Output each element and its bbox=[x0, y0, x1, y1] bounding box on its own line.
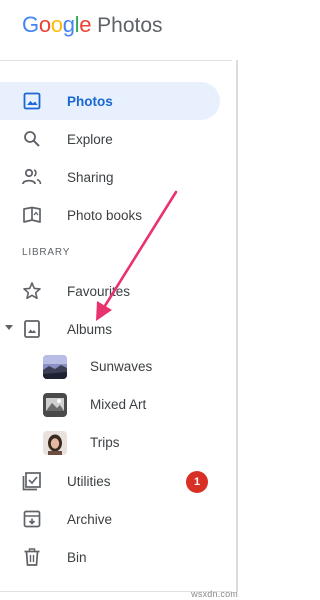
google-photos-logo[interactable]: Google Photos bbox=[22, 12, 163, 44]
library-section-label: LIBRARY bbox=[22, 247, 71, 258]
nav-item-photos[interactable]: Photos bbox=[0, 82, 220, 120]
nav-item-sharing[interactable]: Sharing bbox=[0, 158, 232, 196]
album-item-label: Trips bbox=[90, 435, 120, 450]
album-item-label: Mixed Art bbox=[90, 397, 147, 412]
notification-badge: 1 bbox=[186, 471, 208, 493]
product-name: Photos bbox=[97, 14, 163, 37]
nav-item-bin[interactable]: Bin bbox=[0, 538, 232, 576]
watermark: wsxdn.com bbox=[191, 589, 238, 599]
nav-item-utilities[interactable]: Utilities 1 bbox=[0, 462, 232, 500]
album-thumbnail bbox=[43, 355, 67, 379]
people-icon bbox=[22, 167, 42, 187]
nav-item-label: Archive bbox=[67, 511, 113, 527]
photos-icon bbox=[22, 91, 42, 111]
nav-item-label: Albums bbox=[67, 321, 113, 337]
book-icon bbox=[22, 205, 42, 225]
collapse-arrow-icon[interactable] bbox=[5, 325, 13, 330]
nav-item-label: Bin bbox=[67, 549, 87, 565]
nav-item-explore[interactable]: Explore bbox=[0, 120, 232, 158]
library-nav: Favourites Albums Sunwaves Mixed Art Tri… bbox=[0, 272, 232, 576]
album-item-mixed-art[interactable]: Mixed Art bbox=[0, 386, 232, 424]
album-item-trips[interactable]: Trips bbox=[0, 424, 232, 462]
utilities-icon bbox=[22, 471, 42, 491]
album-item-label: Sunwaves bbox=[90, 359, 153, 374]
primary-nav: Photos Explore Sharing Photo books bbox=[0, 82, 232, 234]
nav-item-albums[interactable]: Albums bbox=[0, 310, 232, 348]
nav-item-label: Favourites bbox=[67, 283, 131, 299]
album-item-sunwaves[interactable]: Sunwaves bbox=[0, 348, 232, 386]
nav-item-label: Photos bbox=[67, 93, 113, 109]
scrollbar[interactable] bbox=[236, 60, 238, 592]
album-thumbnail bbox=[43, 393, 67, 417]
google-wordmark: Google bbox=[22, 12, 92, 37]
nav-item-label: Photo books bbox=[67, 207, 143, 223]
nav-item-archive[interactable]: Archive bbox=[0, 500, 232, 538]
nav-item-favourites[interactable]: Favourites bbox=[0, 272, 232, 310]
trash-icon bbox=[22, 547, 42, 567]
star-icon bbox=[22, 281, 42, 301]
search-icon bbox=[22, 129, 42, 149]
header-divider bbox=[0, 60, 232, 61]
nav-item-label: Utilities bbox=[67, 473, 111, 489]
album-thumbnail bbox=[43, 431, 67, 455]
nav-item-label: Explore bbox=[67, 131, 113, 147]
archive-icon bbox=[22, 509, 42, 529]
nav-item-label: Sharing bbox=[67, 169, 114, 185]
album-icon bbox=[22, 319, 42, 339]
nav-item-photo-books[interactable]: Photo books bbox=[0, 196, 232, 234]
